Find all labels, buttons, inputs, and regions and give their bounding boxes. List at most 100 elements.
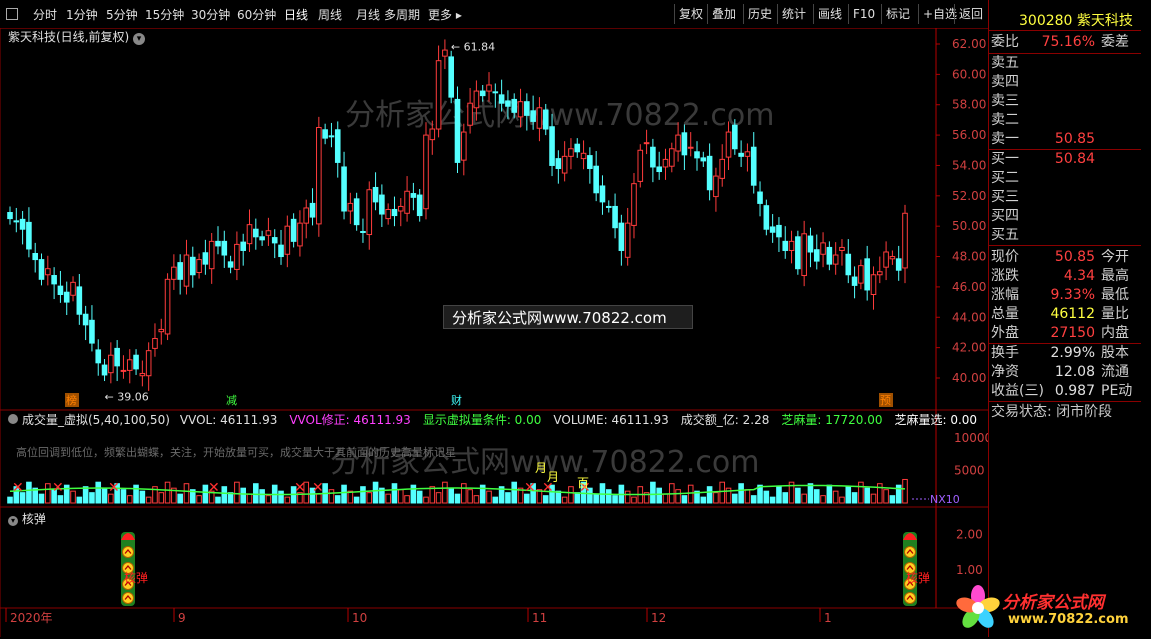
volume-bar (334, 495, 341, 504)
volume-bar (139, 490, 146, 504)
butterfly-icon: ✕ (312, 480, 324, 496)
candle-body (486, 84, 492, 92)
volume-bar (505, 492, 511, 504)
candle-body (152, 338, 158, 349)
volume-bar (467, 489, 473, 504)
quote-value: 12.08 (1054, 364, 1095, 380)
candle-body (372, 186, 379, 203)
candle-body (763, 205, 770, 230)
price-tick: 58.00 (952, 98, 986, 112)
quote-label: 换手 (991, 345, 1019, 361)
candle-body (605, 205, 612, 208)
volume-bar (38, 493, 45, 504)
candle-body (284, 225, 291, 255)
quote-label: 总量 (991, 306, 1019, 322)
divider (989, 245, 1141, 246)
volume-bar (568, 486, 574, 504)
quote-suffix: 今开 (1101, 249, 1129, 265)
quote-label: 卖五 (991, 55, 1019, 71)
candle-body (511, 98, 518, 113)
quote-panel: 300280 紫天科技 委比 75.16% 委差 卖五 卖四 卖三 卖二 卖一 50.85 买一 5… (988, 0, 1151, 637)
candle-body (631, 183, 637, 226)
candle-body (271, 237, 278, 244)
candle-body (694, 151, 700, 159)
quote-row: 涨幅 9.33% 最低 (991, 286, 1141, 305)
quote-value: 2.99% (1050, 345, 1095, 361)
event-marker[interactable]: 榜 (66, 393, 77, 407)
volume-bar (883, 489, 889, 504)
volume-bar (662, 493, 669, 504)
volume-title-text: 成交量_虚拟(5,40,100,50) (22, 413, 170, 427)
volume-bar (410, 484, 417, 504)
volume-bar (542, 495, 549, 504)
volume-bar (876, 483, 883, 504)
candle-body (227, 261, 234, 268)
panel-toggle-icon[interactable]: ▾ (8, 516, 18, 526)
candles (7, 39, 908, 391)
candle-body (221, 240, 228, 256)
quote-label: 涨幅 (991, 287, 1019, 303)
site-logo: 分析家公式网 www.70822.com (950, 580, 1150, 636)
nuke-label: 核弹 (906, 571, 930, 585)
candle-body (776, 224, 782, 238)
event-marker[interactable]: 减 (226, 394, 237, 407)
volume-bar (826, 484, 833, 504)
candle-body (732, 124, 738, 150)
volume-bar (448, 487, 454, 504)
candle-body (429, 128, 436, 141)
candle-body (530, 110, 536, 122)
candle-body (322, 129, 328, 139)
candle-body (681, 132, 688, 156)
candle-body (45, 268, 51, 276)
candle-body (492, 91, 499, 94)
candle-body (889, 256, 896, 260)
event-marker[interactable]: 预 (880, 394, 891, 407)
candle-body (656, 166, 662, 173)
candle-body (618, 222, 625, 251)
indicator-value: 显示虚拟量条件: 0.00 (422, 413, 542, 427)
candle-body (542, 109, 549, 130)
volume-bar (492, 496, 499, 504)
bid-row: 买二 (991, 169, 1141, 188)
nuke-signal-icon (903, 532, 917, 606)
candle-body (858, 265, 864, 284)
candle-body (101, 364, 108, 376)
volume-bar (820, 495, 826, 504)
volume-bar (246, 493, 253, 504)
volume-bar (769, 496, 776, 504)
month-marker: 月 (535, 461, 547, 475)
quote-value: 50.84 (1054, 151, 1095, 167)
candle-body (353, 198, 360, 226)
volume-bar (341, 484, 347, 504)
volume-bar (605, 489, 612, 504)
volume-bar (461, 483, 467, 504)
candle-body (845, 253, 852, 276)
volume-bar (57, 495, 64, 504)
price-tick: 42.00 (952, 341, 986, 355)
candle-body (536, 107, 543, 129)
candle-body (89, 319, 95, 344)
panel-toggle-icon[interactable] (8, 414, 18, 424)
volume-bar (240, 487, 247, 504)
low-label: ← 39.06 (105, 390, 149, 403)
volume-bar (864, 487, 870, 504)
quote-label: 卖二 (991, 112, 1019, 128)
volume-bar (145, 496, 152, 504)
volume-bar (807, 483, 814, 504)
volume-bar (101, 487, 108, 504)
volume-bar (486, 490, 492, 504)
candle-body (234, 243, 240, 270)
candle-body (196, 259, 202, 273)
quote-suffix: 最低 (1101, 287, 1129, 303)
candle-body (189, 256, 196, 276)
indicator-value: VVOL修正: 46111.93 (289, 413, 411, 427)
price-tick: 50.00 (952, 219, 986, 233)
volume-bar (870, 493, 877, 504)
butterfly-icon: ✕ (52, 480, 64, 496)
candle-body (404, 190, 410, 214)
volume-bar (813, 489, 820, 504)
volume-bar (700, 496, 707, 504)
candle-body (788, 240, 795, 251)
event-marker[interactable]: 财 (451, 393, 462, 407)
candle-body (57, 285, 64, 295)
